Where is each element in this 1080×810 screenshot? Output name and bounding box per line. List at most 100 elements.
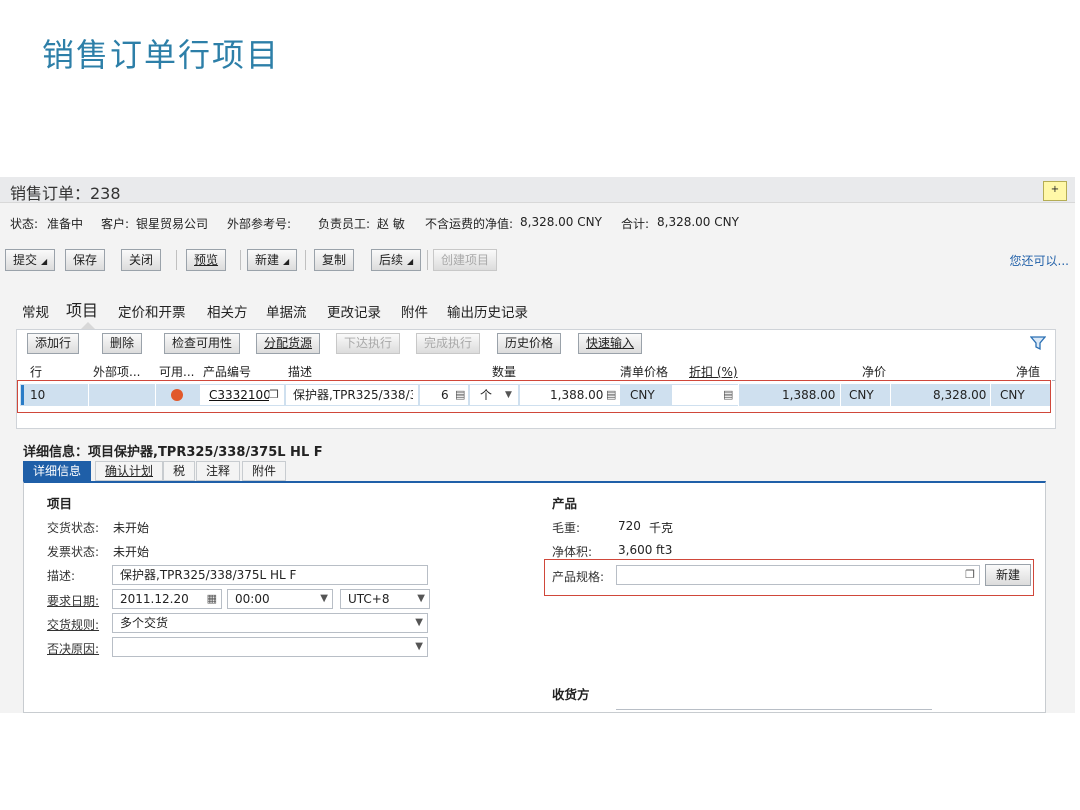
detail-tab-tax[interactable]: 税 (163, 461, 196, 481)
delivery-status-label: 交货状态: (47, 521, 100, 535)
req-time-value: 00:00 (235, 592, 270, 606)
tab-attachments[interactable]: 附件 (401, 301, 428, 321)
owner-label: 负责员工: (318, 217, 371, 231)
check-availability-button[interactable]: 检查可用性 (164, 333, 241, 354)
note-icon[interactable]: + (1043, 181, 1067, 201)
col-header-net-value[interactable]: 净值 (1016, 363, 1040, 380)
chevron-down-icon[interactable]: ▼ (417, 590, 425, 608)
col-header-list-price[interactable]: 清单价格 (620, 363, 668, 380)
net-volume-label: 净体积: (552, 545, 593, 559)
window-header: 销售订单：238 + (0, 177, 1075, 203)
col-header-external-item[interactable]: 外部项... (93, 363, 140, 380)
calendar-icon[interactable]: ▦ (207, 590, 217, 608)
col-header-net-price[interactable]: 净价 (862, 363, 886, 380)
toolbar-divider (427, 250, 428, 270)
close-button[interactable]: 关闭 (121, 249, 162, 271)
detail-tab-details[interactable]: 详细信息 (23, 461, 92, 481)
col-header-discount[interactable]: 折扣 (%) (689, 363, 738, 380)
allocate-source-button[interactable]: 分配货源 (256, 333, 321, 354)
tab-output-history[interactable]: 输出历史记录 (447, 301, 528, 321)
net-volume-value: 3,600 (618, 543, 653, 557)
gross-weight-unit: 千克 (649, 521, 674, 535)
spec-highlight-box (544, 559, 1034, 596)
new-label: 新建 (255, 253, 280, 267)
toolbar-divider (176, 250, 177, 270)
reject-reason-label: 否决原因: (47, 642, 100, 656)
slide-title: 销售订单行项目 (42, 36, 281, 74)
delivery-rule-value: 多个交货 (120, 616, 169, 630)
ship-to-section-title: 收货方 (552, 687, 590, 702)
toolbar-divider (305, 250, 306, 270)
details-title: 详细信息：项目保护器,TPR325/338/375L HL F (23, 445, 323, 460)
gross-weight-value: 720 (618, 519, 641, 533)
tab-pricing[interactable]: 定价和开票 (118, 301, 186, 321)
submit-label: 提交 (13, 253, 38, 267)
col-header-line[interactable]: 行 (30, 363, 42, 380)
reject-reason-select[interactable]: ▼ (112, 637, 428, 657)
submit-button[interactable]: 提交 ◢ (5, 249, 56, 271)
save-button[interactable]: 保存 (65, 249, 106, 271)
chevron-down-icon[interactable]: ▼ (415, 638, 423, 656)
tab-general[interactable]: 常规 (22, 301, 49, 321)
product-section-title: 产品 (552, 496, 578, 511)
chevron-down-icon[interactable]: ▼ (415, 614, 423, 632)
new-button[interactable]: 新建 ◢ (247, 249, 298, 271)
net-value: 8,328.00 CNY (520, 215, 602, 229)
tab-items[interactable]: 项目 (66, 297, 98, 321)
chevron-down-icon[interactable]: ▼ (320, 590, 328, 608)
invoice-status-label: 发票状态: (47, 545, 100, 559)
status-value: 准备中 (47, 217, 84, 231)
detail-tab-notes[interactable]: 注释 (196, 461, 241, 481)
also-can-link[interactable]: 您还可以... (1010, 252, 1069, 269)
followup-button[interactable]: 后续 ◢ (371, 249, 422, 271)
finish-button[interactable]: 完成执行 (416, 333, 481, 354)
delivery-rule-select[interactable]: 多个交货 ▼ (112, 613, 428, 633)
page-title: 销售订单：238 (10, 184, 121, 203)
total-value: 8,328.00 CNY (657, 215, 739, 229)
description-label: 描述: (47, 569, 76, 583)
invoice-status-value: 未开始 (113, 545, 150, 559)
ship-to-field-edge (616, 709, 932, 710)
col-header-availability[interactable]: 可用... (159, 363, 194, 380)
ext-ref-label: 外部参考号: (227, 217, 292, 231)
add-row-button[interactable]: 添加行 (27, 333, 80, 354)
detail-tab-attachments[interactable]: 附件 (242, 461, 287, 481)
owner-link[interactable]: 赵 敏 (377, 215, 405, 232)
delivery-rule-label: 交货规则: (47, 618, 100, 632)
col-header-product-id[interactable]: 产品编号 (203, 363, 251, 380)
tab-change-log[interactable]: 更改记录 (327, 301, 381, 321)
req-date-field[interactable]: 2011.12.20 ▦ (112, 589, 222, 609)
quick-entry-button[interactable]: 快速输入 (578, 333, 643, 354)
toolbar-divider (240, 250, 241, 270)
req-date-value: 2011.12.20 (120, 592, 189, 606)
customer-label: 客户: (101, 217, 130, 231)
req-time-field[interactable]: 00:00 ▼ (227, 589, 333, 609)
filter-icon[interactable] (1030, 335, 1046, 351)
net-value-label: 不含运费的净值: (425, 217, 514, 231)
net-volume-unit: ft3 (656, 543, 673, 557)
followup-label: 后续 (379, 253, 404, 267)
price-history-button[interactable]: 历史价格 (497, 333, 562, 354)
timezone-field[interactable]: UTC+8 ▼ (340, 589, 430, 609)
tab-document-flow[interactable]: 单据流 (266, 301, 307, 321)
description-field[interactable]: 保护器,TPR325/338/375L HL F (112, 565, 428, 585)
preview-button[interactable]: 预览 (186, 249, 227, 271)
req-date-label: 要求日期: (47, 594, 100, 608)
col-header-quantity[interactable]: 数量 (492, 363, 516, 380)
release-button[interactable]: 下达执行 (336, 333, 401, 354)
sales-order-window: 销售订单：238 + 状态: 准备中 客户: 银星贸易公司 外部参考号: 负责员… (0, 177, 1075, 713)
gross-weight-label: 毛重: (552, 521, 581, 535)
col-header-description[interactable]: 描述 (288, 363, 312, 380)
timezone-value: UTC+8 (348, 592, 390, 606)
tab-parties[interactable]: 相关方 (207, 301, 248, 321)
create-item-button[interactable]: 创建项目 (433, 249, 498, 271)
customer-link[interactable]: 银星贸易公司 (136, 215, 208, 232)
chevron-down-icon: ◢ (407, 257, 414, 266)
detail-tab-confirm-plan[interactable]: 确认计划 (95, 461, 164, 481)
copy-button[interactable]: 复制 (314, 249, 355, 271)
delete-button[interactable]: 删除 (102, 333, 143, 354)
chevron-down-icon: ◢ (41, 257, 48, 266)
total-label: 合计: (621, 217, 650, 231)
status-label: 状态: (10, 217, 39, 231)
row-highlight-box (17, 380, 1051, 413)
